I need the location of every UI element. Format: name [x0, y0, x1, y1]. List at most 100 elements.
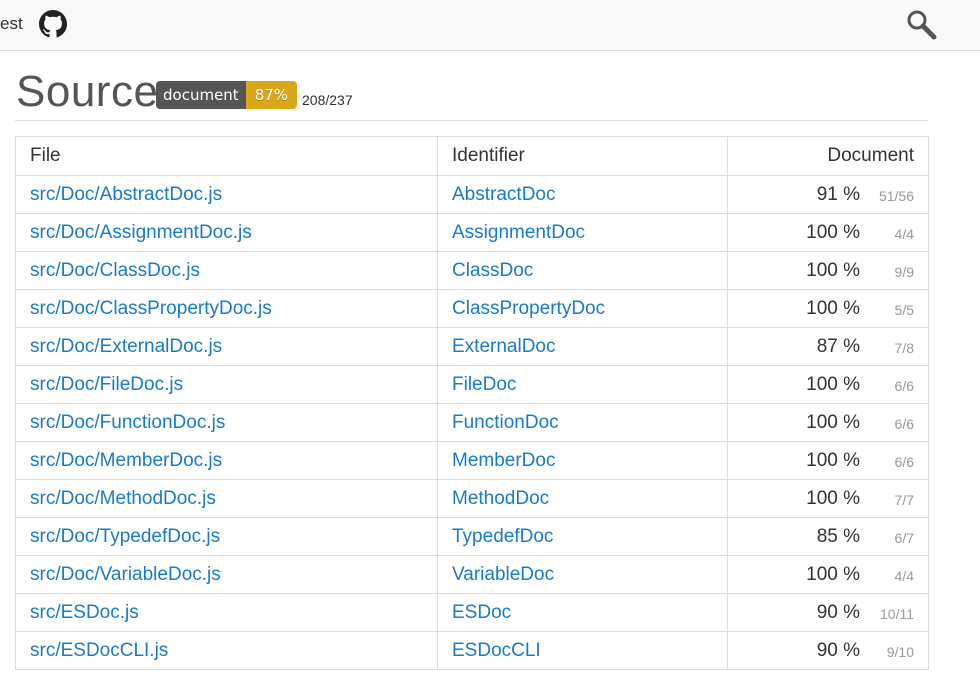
- table-row: src/Doc/TypedefDoc.js TypedefDoc 85 % 6/7: [15, 517, 929, 556]
- identifier-link[interactable]: MethodDoc: [452, 488, 549, 509]
- file-cell: src/Doc/VariableDoc.js: [15, 555, 438, 594]
- file-link[interactable]: src/Doc/AbstractDoc.js: [30, 184, 222, 205]
- coverage-ratio: 9/10: [886, 643, 914, 660]
- identifier-link[interactable]: ExternalDoc: [452, 336, 556, 357]
- coverage-ratio: 7/8: [894, 339, 914, 356]
- coverage-ratio: 5/5: [894, 301, 914, 318]
- file-link[interactable]: src/Doc/TypedefDoc.js: [30, 526, 220, 547]
- table-row: src/Doc/MethodDoc.js MethodDoc 100 % 7/7: [15, 479, 929, 518]
- table-row: src/Doc/VariableDoc.js VariableDoc 100 % 4/…: [15, 555, 929, 594]
- column-header-file: File: [15, 136, 438, 176]
- divider: [15, 120, 928, 121]
- coverage-ratio: 10/11: [880, 605, 914, 622]
- identifier-link[interactable]: MemberDoc: [452, 450, 555, 471]
- column-header-identifier: Identifier: [437, 136, 728, 176]
- table-row: src/Doc/FunctionDoc.js FunctionDoc 100 % 6/…: [15, 403, 929, 442]
- table-row: src/Doc/ClassPropertyDoc.js ClassProperty…: [15, 289, 929, 328]
- file-link[interactable]: src/Doc/ClassDoc.js: [30, 260, 200, 281]
- document-cell: 100 % 9/9: [727, 251, 929, 290]
- coverage-percent: 100 %: [806, 563, 860, 585]
- file-link[interactable]: src/Doc/VariableDoc.js: [30, 564, 221, 585]
- identifier-cell: FileDoc: [437, 365, 728, 404]
- coverage-percent: 90 %: [816, 601, 860, 623]
- document-cell: 90 % 10/11: [727, 593, 929, 632]
- coverage-percent: 85 %: [816, 525, 860, 547]
- table-row: src/Doc/ExternalDoc.js ExternalDoc 87 % 7/8: [15, 327, 929, 366]
- document-cell: 100 % 7/7: [727, 479, 929, 518]
- table-row: src/Doc/FileDoc.js FileDoc 100 % 6/6: [15, 365, 929, 404]
- document-cell: 100 % 4/4: [727, 555, 929, 594]
- coverage-ratio: 51/56: [878, 187, 914, 204]
- coverage-percent: 100 %: [806, 221, 860, 243]
- document-cell: 91 % 51/56: [727, 175, 929, 214]
- identifier-link[interactable]: ESDoc: [452, 602, 511, 623]
- table-body: src/Doc/AbstractDoc.js AbstractDoc 91 % 51/…: [15, 175, 929, 670]
- top-navigation-bar: est: [0, 0, 980, 51]
- file-link[interactable]: src/Doc/MemberDoc.js: [30, 450, 222, 471]
- table-row: src/ESDoc.js ESDoc 90 % 10/11: [15, 593, 929, 632]
- identifier-cell: ClassDoc: [437, 251, 728, 290]
- coverage-ratio: 4/4: [894, 225, 914, 242]
- file-link[interactable]: src/Doc/FunctionDoc.js: [30, 412, 225, 433]
- table-row: src/Doc/ClassDoc.js ClassDoc 100 % 9/9: [15, 251, 929, 290]
- document-cell: 100 % 5/5: [727, 289, 929, 328]
- document-cell: 85 % 6/7: [727, 517, 929, 556]
- search-icon[interactable]: [906, 9, 938, 41]
- identifier-cell: AbstractDoc: [437, 175, 728, 214]
- file-link[interactable]: src/ESDoc.js: [30, 602, 139, 623]
- github-icon[interactable]: [39, 10, 67, 38]
- identifier-cell: TypedefDoc: [437, 517, 728, 556]
- identifier-link[interactable]: VariableDoc: [452, 564, 554, 585]
- coverage-percent: 100 %: [806, 297, 860, 319]
- coverage-ratio: 6/7: [894, 529, 914, 546]
- nav-link[interactable]: est: [0, 14, 23, 34]
- column-header-document: Document: [727, 136, 929, 176]
- file-cell: src/ESDocCLI.js: [15, 631, 438, 670]
- file-cell: src/Doc/ClassDoc.js: [15, 251, 438, 290]
- coverage-percent: 100 %: [806, 411, 860, 433]
- file-cell: src/Doc/MemberDoc.js: [15, 441, 438, 480]
- identifier-cell: VariableDoc: [437, 555, 728, 594]
- coverage-percent: 87 %: [816, 335, 860, 357]
- file-cell: src/Doc/FunctionDoc.js: [15, 403, 438, 442]
- coverage-ratio: 9/9: [894, 263, 914, 280]
- identifier-link[interactable]: FunctionDoc: [452, 412, 559, 433]
- file-cell: src/Doc/FileDoc.js: [15, 365, 438, 404]
- identifier-link[interactable]: TypedefDoc: [452, 526, 553, 547]
- coverage-count: 208/237: [302, 92, 353, 108]
- file-link[interactable]: src/Doc/ExternalDoc.js: [30, 336, 222, 357]
- coverage-ratio: 6/6: [894, 415, 914, 432]
- table-row: src/Doc/AssignmentDoc.js AssignmentDoc 100…: [15, 213, 929, 252]
- file-link[interactable]: src/Doc/FileDoc.js: [30, 374, 183, 395]
- identifier-link[interactable]: AssignmentDoc: [452, 222, 585, 243]
- identifier-cell: AssignmentDoc: [437, 213, 728, 252]
- identifier-cell: ExternalDoc: [437, 327, 728, 366]
- coverage-percent: 100 %: [806, 373, 860, 395]
- identifier-cell: MemberDoc: [437, 441, 728, 480]
- file-link[interactable]: src/ESDocCLI.js: [30, 640, 168, 661]
- page-title: Source: [16, 67, 159, 116]
- identifier-cell: ClassPropertyDoc: [437, 289, 728, 328]
- identifier-link[interactable]: ClassPropertyDoc: [452, 298, 605, 319]
- identifier-cell: ESDoc: [437, 593, 728, 632]
- file-link[interactable]: src/Doc/MethodDoc.js: [30, 488, 216, 509]
- identifier-link[interactable]: FileDoc: [452, 374, 516, 395]
- document-cell: 100 % 6/6: [727, 365, 929, 404]
- identifier-cell: FunctionDoc: [437, 403, 728, 442]
- table-row: src/Doc/MemberDoc.js MemberDoc 100 % 6/6: [15, 441, 929, 480]
- file-link[interactable]: src/Doc/AssignmentDoc.js: [30, 222, 252, 243]
- identifier-cell: MethodDoc: [437, 479, 728, 518]
- identifier-link[interactable]: AbstractDoc: [452, 184, 555, 205]
- file-cell: src/ESDoc.js: [15, 593, 438, 632]
- identifier-link[interactable]: ClassDoc: [452, 260, 533, 281]
- page-header: Source document 87% 208/237: [15, 66, 928, 120]
- coverage-percent: 100 %: [806, 449, 860, 471]
- identifier-link[interactable]: ESDocCLI: [452, 640, 541, 661]
- identifier-cell: ESDocCLI: [437, 631, 728, 670]
- coverage-ratio: 6/6: [894, 377, 914, 394]
- coverage-percent: 100 %: [806, 259, 860, 281]
- document-cell: 100 % 6/6: [727, 441, 929, 480]
- coverage-badge: document 87%: [156, 81, 298, 109]
- coverage-percent: 100 %: [806, 487, 860, 509]
- file-link[interactable]: src/Doc/ClassPropertyDoc.js: [30, 298, 272, 319]
